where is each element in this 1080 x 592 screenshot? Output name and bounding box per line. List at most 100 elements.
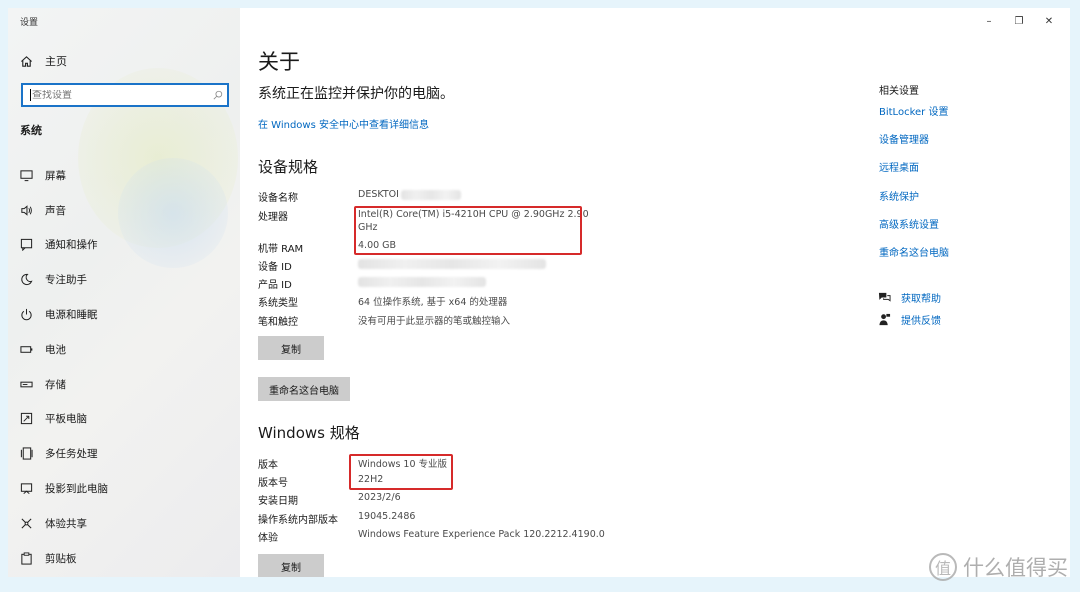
- spec-label: 机带 RAM: [258, 244, 304, 255]
- sidebar-item-focus-assist[interactable]: 专注助手: [8, 262, 240, 297]
- spec-value: DESKTOI: [358, 189, 461, 204]
- related-settings-heading: 相关设置: [879, 86, 919, 97]
- spec-value: 64 位操作系统, 基于 x64 的处理器: [358, 297, 508, 308]
- spec-label: 版本: [258, 460, 278, 471]
- spec-value: 19045.2486: [358, 511, 416, 522]
- spec-value: [358, 276, 486, 291]
- get-help-label: 获取帮助: [901, 294, 941, 305]
- smzdm-watermark: 值 什么值得买: [929, 552, 1068, 582]
- sidebar-item-clipboard[interactable]: 剪贴板: [8, 541, 240, 576]
- multitask-icon: [20, 447, 33, 460]
- notification-icon: [20, 238, 33, 252]
- sidebar-item-power-sleep[interactable]: 电源和睡眠: [8, 297, 240, 332]
- rename-pc-button[interactable]: 重命名这台电脑: [258, 377, 350, 401]
- bitlocker-link[interactable]: BitLocker 设置: [879, 103, 949, 131]
- search-icon[interactable]: [209, 86, 227, 104]
- sidebar-item-battery[interactable]: 电池: [8, 332, 240, 367]
- project-icon: [20, 482, 33, 495]
- spec-value: [358, 258, 546, 273]
- home-nav-item[interactable]: 主页: [20, 53, 67, 69]
- minimize-button[interactable]: –: [974, 12, 1004, 30]
- search-box[interactable]: [21, 83, 229, 107]
- spec-row-device-id: 设备 ID: [258, 258, 546, 273]
- sidebar-item-label: 多任务处理: [45, 448, 98, 461]
- highlight-box-cpu-ram: [354, 206, 582, 255]
- settings-sidebar: 设置 主页 系统 屏幕 声音 通知和操作 专注助手: [8, 8, 240, 577]
- device-name-value: DESKTOI: [358, 189, 399, 200]
- close-button[interactable]: ✕: [1034, 12, 1064, 30]
- device-manager-link[interactable]: 设备管理器: [879, 131, 949, 159]
- window-title: 设置: [20, 18, 39, 28]
- share-icon: [20, 517, 33, 530]
- remote-desktop-link[interactable]: 远程桌面: [879, 159, 949, 187]
- spec-label: 安装日期: [258, 496, 298, 507]
- home-label: 主页: [45, 55, 67, 68]
- advanced-system-settings-link[interactable]: 高级系统设置: [879, 216, 949, 244]
- watermark-text: 什么值得买: [963, 556, 1068, 580]
- home-icon: [20, 55, 33, 68]
- search-input[interactable]: [32, 89, 209, 101]
- sidebar-item-storage[interactable]: 存储: [8, 367, 240, 402]
- monitor-icon: [20, 169, 33, 182]
- spec-row-product-id: 产品 ID: [258, 276, 486, 291]
- spec-value: 2023/2/6: [358, 492, 401, 503]
- copy-windows-specs-button[interactable]: 复制: [258, 554, 324, 577]
- desktop-frame-right: [1070, 0, 1080, 592]
- system-protection-link[interactable]: 系统保护: [879, 188, 949, 216]
- spec-value: Windows Feature Experience Pack 120.2212…: [358, 529, 605, 540]
- sidebar-item-tablet[interactable]: 平板电脑: [8, 402, 240, 437]
- redacted-blur: [358, 258, 546, 269]
- sidebar-item-label: 平板电脑: [45, 413, 87, 426]
- security-center-link[interactable]: 在 Windows 安全中心中查看详细信息: [258, 116, 429, 131]
- sidebar-item-notifications[interactable]: 通知和操作: [8, 228, 240, 263]
- spec-label: 系统类型: [258, 298, 298, 309]
- copy-device-specs-button[interactable]: 复制: [258, 336, 324, 360]
- spec-row-device-name: 设备名称 DESKTOI: [258, 189, 461, 204]
- related-settings: 相关设置 BitLocker 设置 设备管理器 远程桌面 系统保护 高级系统设置…: [879, 82, 949, 272]
- sidebar-item-label: 声音: [45, 204, 66, 217]
- sidebar-item-label: 屏幕: [45, 169, 66, 182]
- power-icon: [20, 308, 33, 321]
- page-title: 关于: [258, 50, 300, 74]
- spec-value: 没有可用于此显示器的笔或触控输入: [358, 316, 511, 327]
- spec-row-os-build: 操作系统内部版本 19045.2486: [258, 511, 415, 526]
- sidebar-item-display[interactable]: 屏幕: [8, 158, 240, 193]
- sidebar-item-label: 通知和操作: [45, 239, 98, 252]
- section-heading-system: 系统: [20, 124, 42, 137]
- spec-label: 笔和触控: [258, 317, 298, 328]
- sidebar-item-label: 专注助手: [45, 274, 87, 287]
- spec-row-install-date: 安装日期 2023/2/6: [258, 492, 401, 507]
- about-page: – ❐ ✕ 关于 系统正在监控并保护你的电脑。 在 Windows 安全中心中查…: [240, 8, 1070, 577]
- spec-label: 产品 ID: [258, 280, 292, 291]
- sidebar-item-label: 剪贴板: [45, 552, 77, 565]
- battery-icon: [20, 343, 33, 356]
- sidebar-item-label: 电池: [45, 343, 66, 356]
- window-controls: – ❐ ✕: [974, 12, 1064, 30]
- give-feedback-label: 提供反馈: [901, 316, 941, 327]
- sidebar-item-label: 投影到此电脑: [45, 483, 108, 496]
- spec-label: 操作系统内部版本: [258, 515, 338, 526]
- get-help-link[interactable]: 获取帮助: [878, 290, 941, 305]
- redacted-blur: [400, 189, 461, 200]
- moon-icon: [20, 273, 33, 286]
- spec-row-system-type: 系统类型 64 位操作系统, 基于 x64 的处理器: [258, 294, 507, 309]
- give-feedback-link[interactable]: 提供反馈: [878, 312, 941, 327]
- desktop-frame-top: [0, 0, 1080, 8]
- sidebar-item-label: 存储: [45, 378, 66, 391]
- rename-pc-link[interactable]: 重命名这台电脑: [879, 244, 949, 272]
- windows-specs-heading: Windows 规格: [258, 424, 360, 442]
- sidebar-item-project-to-pc[interactable]: 投影到此电脑: [8, 471, 240, 506]
- desktop-frame-left: [0, 0, 8, 592]
- sidebar-item-shared-experiences[interactable]: 体验共享: [8, 506, 240, 541]
- clipboard-icon: [20, 552, 33, 565]
- chat-help-icon: [878, 291, 891, 304]
- watermark-logo-icon: 值: [929, 553, 957, 581]
- sidebar-item-multitasking[interactable]: 多任务处理: [8, 436, 240, 471]
- sidebar-item-sound[interactable]: 声音: [8, 193, 240, 228]
- spec-row-pen-touch: 笔和触控 没有可用于此显示器的笔或触控输入: [258, 313, 510, 328]
- spec-row-experience: 体验 Windows Feature Experience Pack 120.2…: [258, 529, 605, 544]
- maximize-button[interactable]: ❐: [1004, 12, 1034, 30]
- spec-label: 设备 ID: [258, 262, 292, 273]
- spec-label: 设备名称: [258, 193, 298, 204]
- sidebar-nav: 屏幕 声音 通知和操作 专注助手 电源和睡眠 电池 存储 平板电脑 多任务处理 …: [8, 158, 240, 576]
